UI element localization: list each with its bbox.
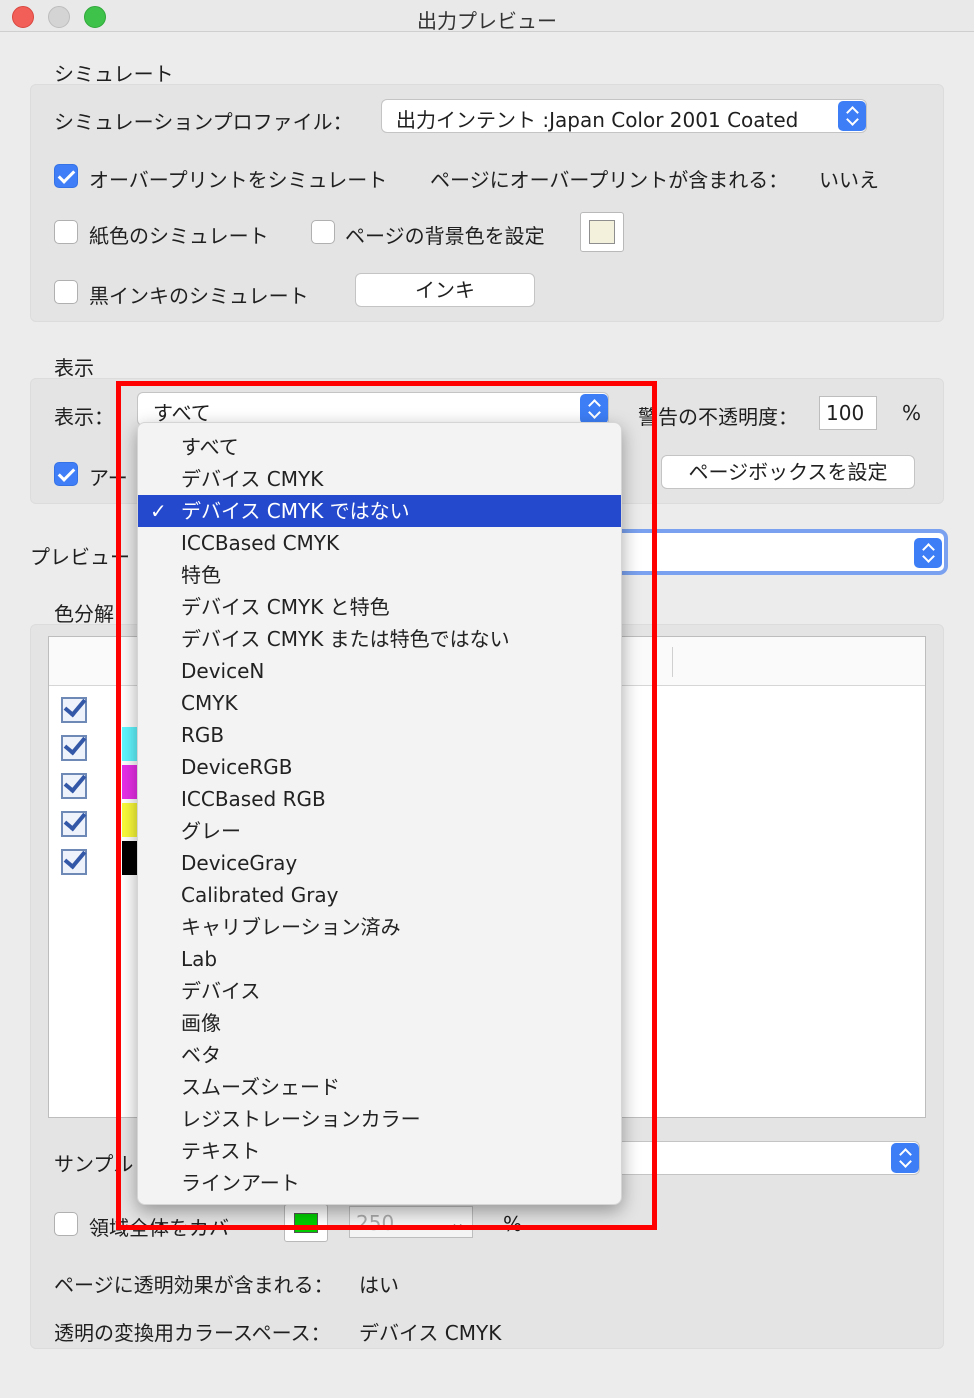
profile-label: シミュレーションプロファイル： (54, 110, 353, 134)
black-ink-checkbox[interactable] (54, 280, 78, 304)
profile-value: 出力インテント :Japan Color 2001 Coated (396, 108, 799, 132)
bg-color-swatch (589, 220, 615, 244)
warning-opacity-label: 警告の不透明度： (638, 405, 798, 429)
transparency-page-label: ページに透明効果が含まれる： (54, 1273, 334, 1297)
overprint-label: オーバープリントをシミュレート (89, 168, 388, 192)
popup-arrows-icon (914, 538, 942, 568)
bg-color-checkbox[interactable] (311, 220, 335, 244)
overprint-checkbox[interactable] (54, 164, 78, 188)
window-title: 出力プレビュー (417, 9, 557, 33)
popup-arrows-icon (838, 101, 866, 131)
ink-button[interactable]: インキ (355, 273, 535, 307)
page-overprint-value: いいえ (819, 168, 879, 192)
simulate-group-title: シミュレート (54, 62, 174, 86)
profile-popup[interactable]: 出力インテント :Japan Color 2001 Coated (381, 99, 867, 133)
bg-color-well[interactable] (580, 212, 624, 252)
black-ink-label: 黒インキのシミュレート (89, 284, 309, 308)
title-bar: 出力プレビュー (0, 0, 974, 33)
cover-checkbox[interactable] (54, 1212, 78, 1236)
separation-check-icon[interactable] (59, 731, 89, 761)
separation-check-icon[interactable] (59, 807, 89, 837)
column-divider (672, 647, 673, 677)
page-box-button[interactable]: ページボックスを設定 (661, 455, 915, 489)
bg-color-label: ページの背景色を設定 (345, 224, 545, 248)
paper-color-checkbox[interactable] (54, 220, 78, 244)
separation-check-icon[interactable] (59, 693, 89, 723)
display-group-title: 表示 (54, 356, 94, 380)
page-overprint-label: ページにオーバープリントが含まれる： (430, 168, 789, 192)
art-checkbox[interactable] (54, 462, 78, 486)
preview-label: プレビュー (30, 545, 130, 569)
transparency-cs-value: デバイス CMYK (359, 1321, 502, 1345)
popup-arrows-icon (891, 1143, 919, 1173)
transparency-page-value: はい (359, 1273, 399, 1297)
transparency-cs-label: 透明の変換用カラースペース： (54, 1321, 331, 1345)
warning-opacity-percent: % (902, 401, 922, 425)
separation-check-icon[interactable] (59, 845, 89, 875)
warning-opacity-field[interactable]: 100 (819, 396, 877, 430)
separations-group-title: 色分解 (54, 602, 114, 626)
separation-check-icon[interactable] (59, 769, 89, 799)
show-label: 表示： (54, 405, 114, 429)
highlight-box (116, 381, 657, 1230)
paper-color-label: 紙色のシミュレート (89, 224, 269, 248)
